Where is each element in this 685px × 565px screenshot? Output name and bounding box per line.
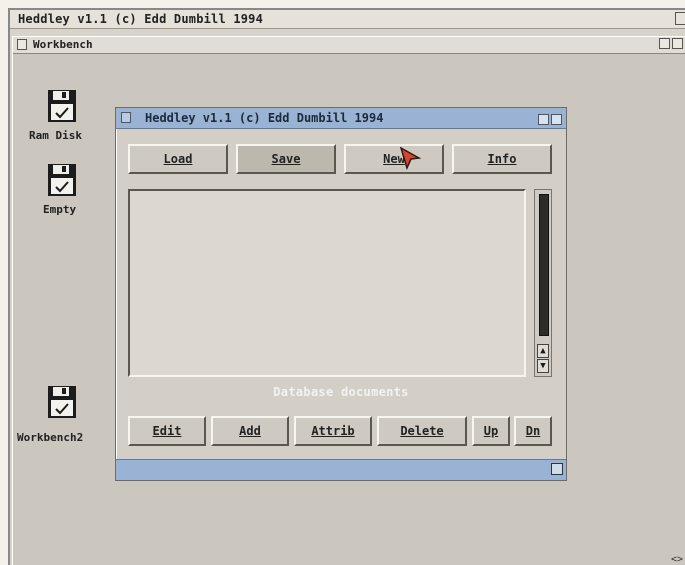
mouse-pointer-icon	[400, 147, 422, 171]
icon-label-empty[interactable]: Empty	[43, 203, 76, 216]
zoom-gadget-icon[interactable]	[659, 38, 670, 49]
icon-label-ram-disk[interactable]: Ram Disk	[29, 129, 82, 142]
screen-depth-gadget-icon[interactable]	[675, 12, 685, 25]
floppy-disk-icon[interactable]	[47, 163, 77, 197]
window-bottom-border	[116, 459, 566, 480]
attrib-button[interactable]: Attrib	[294, 416, 372, 446]
heddley-title-bar[interactable]: Heddley v1.1 (c) Edd Dumbill 1994	[116, 108, 566, 129]
down-button[interactable]: Dn	[514, 416, 552, 446]
workbench-title-bar[interactable]: Workbench	[13, 37, 685, 54]
document-list[interactable]	[128, 189, 526, 377]
delete-button[interactable]: Delete	[377, 416, 467, 446]
screen-title-bar[interactable]: Heddley v1.1 (c) Edd Dumbill 1994	[10, 10, 685, 29]
close-icon[interactable]	[121, 112, 131, 123]
info-button[interactable]: Info	[452, 144, 552, 174]
save-button[interactable]: Save	[236, 144, 336, 174]
scroll-arrows-icon[interactable]: <>	[671, 554, 683, 565]
heddley-title: Heddley v1.1 (c) Edd Dumbill 1994	[145, 111, 384, 125]
add-button[interactable]: Add	[211, 416, 289, 446]
depth-gadget-icon[interactable]	[551, 114, 562, 125]
resize-icon[interactable]	[551, 463, 563, 475]
scroll-down-arrow-icon[interactable]: ▼	[537, 359, 549, 373]
load-button[interactable]: Load	[128, 144, 228, 174]
edit-button[interactable]: Edit	[128, 416, 206, 446]
list-caption: Database documents	[273, 385, 409, 399]
workbench-title: Workbench	[33, 38, 93, 51]
icon-label-workbench2[interactable]: Workbench2	[17, 431, 83, 444]
scroll-knob[interactable]	[539, 194, 549, 336]
new-button[interactable]: New	[344, 144, 444, 174]
heddley-window: Heddley v1.1 (c) Edd Dumbill 1994 Load S…	[115, 107, 567, 481]
floppy-disk-icon[interactable]	[47, 385, 77, 419]
close-icon[interactable]	[17, 38, 27, 50]
zoom-gadget-icon[interactable]	[538, 114, 549, 125]
list-scrollbar[interactable]: ▲ ▼	[534, 189, 552, 377]
scroll-up-arrow-icon[interactable]: ▲	[537, 344, 549, 358]
screen-title: Heddley v1.1 (c) Edd Dumbill 1994	[18, 12, 264, 26]
depth-gadget-icon[interactable]	[672, 38, 683, 49]
up-button[interactable]: Up	[472, 416, 510, 446]
floppy-disk-icon[interactable]	[47, 89, 77, 123]
